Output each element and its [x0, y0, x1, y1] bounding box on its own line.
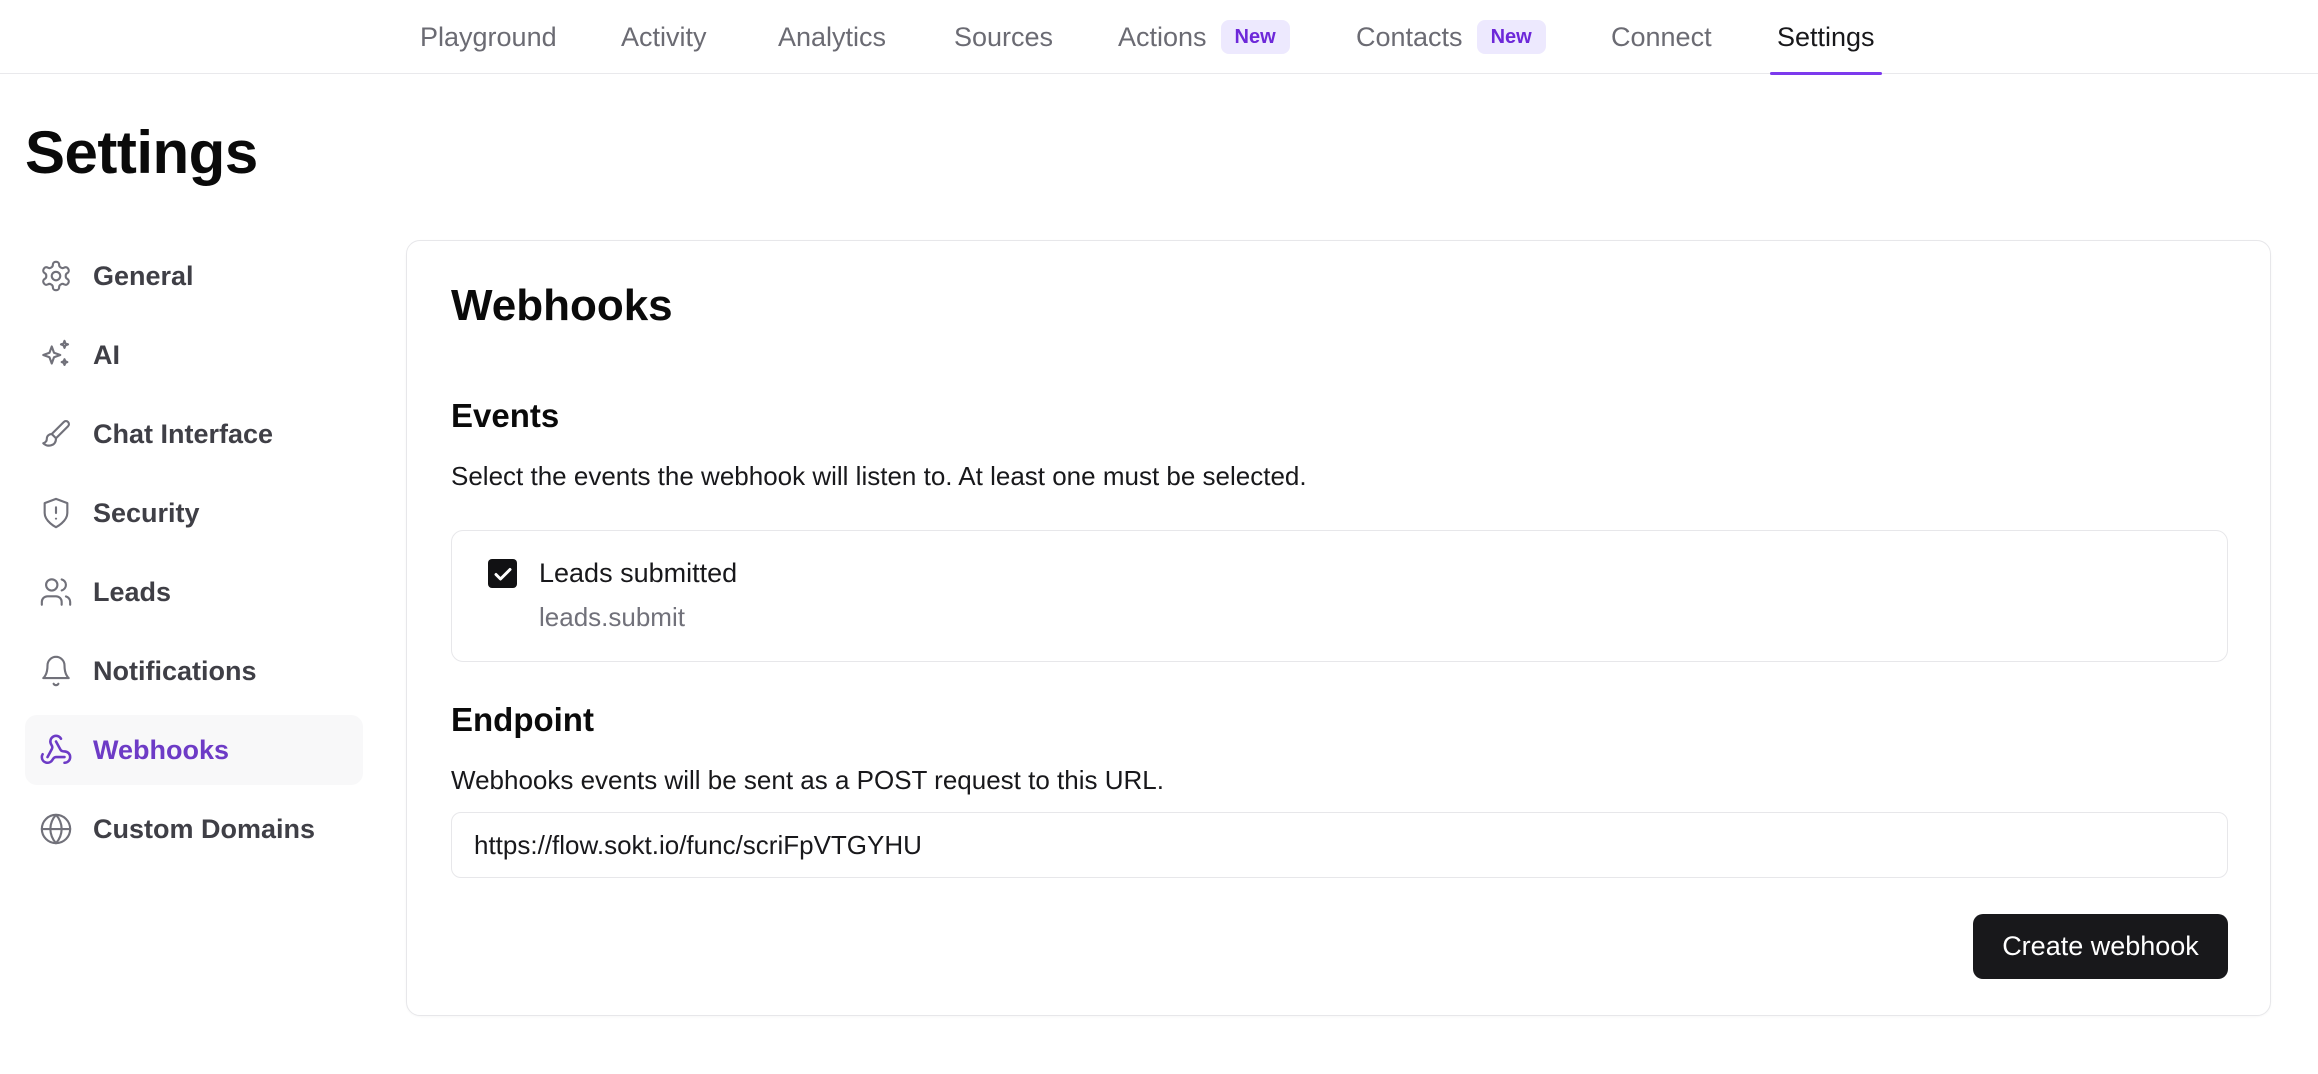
sidebar-item-label: Webhooks [93, 734, 230, 765]
tab-actions[interactable]: Actions New [1118, 0, 1290, 74]
new-badge: New [1220, 20, 1290, 54]
tab-sources[interactable]: Sources [954, 0, 1053, 74]
tab-connect[interactable]: Connect [1611, 0, 1712, 74]
new-badge: New [1476, 20, 1546, 54]
brush-icon [39, 417, 73, 451]
tab-contacts[interactable]: Contacts New [1356, 0, 1546, 74]
webhook-icon [39, 733, 73, 767]
tab-label: Sources [954, 21, 1054, 52]
event-label: Leads submitted [539, 558, 738, 588]
check-icon [494, 567, 511, 580]
leads-submitted-checkbox[interactable] [488, 559, 517, 588]
sidebar-item-label: AI [93, 339, 120, 370]
sidebar-item-leads[interactable]: Leads [25, 557, 363, 627]
gear-icon [39, 259, 73, 293]
events-heading: Events [451, 397, 560, 434]
sidebar-item-chat-interface[interactable]: Chat Interface [25, 399, 363, 469]
sidebar-item-label: Notifications [93, 655, 257, 686]
event-option[interactable]: Leads submitted leads.submit [451, 530, 2228, 662]
page-title: Settings [25, 119, 258, 186]
tab-label: Analytics [778, 21, 887, 52]
endpoint-heading: Endpoint [451, 701, 594, 738]
shield-icon [39, 496, 73, 530]
bell-icon [39, 654, 73, 688]
tab-label: Actions [1118, 21, 1207, 52]
sidebar-item-label: Chat Interface [93, 418, 274, 449]
users-icon [39, 575, 73, 609]
sidebar-item-general[interactable]: General [25, 241, 363, 311]
events-description: Select the events the webhook will liste… [451, 461, 1307, 491]
sidebar-item-label: Leads [93, 576, 172, 607]
tab-activity[interactable]: Activity [621, 0, 707, 74]
tab-label: Settings [1777, 21, 1875, 52]
endpoint-description: Webhooks events will be sent as a POST r… [451, 765, 1164, 795]
sidebar-item-label: Security [93, 497, 200, 528]
tab-settings[interactable]: Settings [1770, 0, 1882, 75]
sidebar-item-webhooks[interactable]: Webhooks [25, 715, 363, 785]
sidebar-item-ai[interactable]: AI [25, 320, 363, 390]
tab-label: Contacts [1356, 21, 1463, 52]
globe-icon [39, 812, 73, 846]
sidebar-item-security[interactable]: Security [25, 478, 363, 548]
sparkles-icon [39, 338, 73, 372]
create-webhook-button[interactable]: Create webhook [1973, 914, 2228, 979]
tab-label: Playground [420, 21, 557, 52]
tab-analytics[interactable]: Analytics [778, 0, 886, 74]
event-code: leads.submit [539, 602, 685, 632]
tab-playground[interactable]: Playground [420, 0, 557, 74]
top-nav: Playground Activity Analytics Sources Ac… [0, 0, 2318, 75]
webhooks-card: Webhooks Events Select the events the we… [406, 240, 2271, 1016]
sidebar-item-label: General [93, 260, 194, 291]
endpoint-url-input[interactable] [451, 812, 2228, 878]
sidebar-item-label: Custom Domains [93, 813, 316, 844]
tab-label: Connect [1611, 21, 1712, 52]
card-title: Webhooks [451, 281, 673, 330]
sidebar-item-custom-domains[interactable]: Custom Domains [25, 794, 363, 864]
tab-label: Activity [621, 21, 707, 52]
sidebar-item-notifications[interactable]: Notifications [25, 636, 363, 706]
